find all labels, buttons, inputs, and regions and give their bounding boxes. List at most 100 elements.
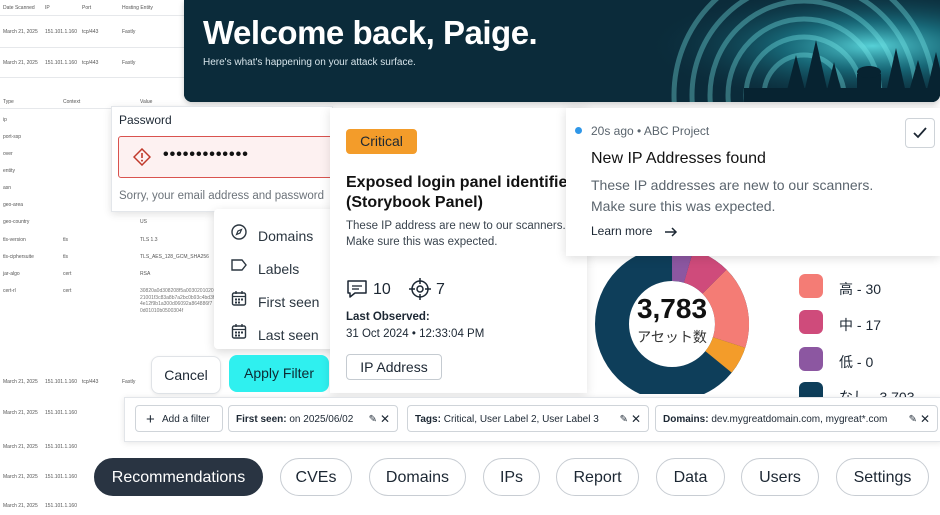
chip-value: Critical, User Label 2, User Label 3 (443, 414, 599, 425)
column-header-context: Context (63, 99, 81, 105)
cell-value: RSA (140, 271, 151, 277)
menu-item-label: Domains (258, 228, 314, 244)
tab-users[interactable]: Users (741, 458, 819, 496)
cell-host: Fastly (122, 60, 136, 66)
chip-key: First seen: (236, 414, 287, 425)
tab-domains[interactable]: Domains (369, 458, 466, 496)
menu-item-last-seen[interactable]: Last seen (214, 313, 340, 346)
compass-icon (231, 224, 247, 240)
add-filter-label: Add a filter (162, 414, 210, 425)
comment-count: 10 (373, 281, 391, 298)
calendar-icon (231, 291, 247, 306)
tab-recommendations[interactable]: Recommendations (94, 458, 263, 496)
legend-label: 低 - 0 (839, 354, 874, 370)
comment-icon (347, 280, 367, 298)
add-filter-button[interactable]: + Add a filter (135, 405, 223, 432)
tab-report[interactable]: Report (556, 458, 639, 496)
cell-type: entity (3, 168, 15, 174)
column-header-date: Date Scanned (3, 5, 35, 11)
cell-ip: 151.101.1.160 (45, 503, 77, 509)
column-header-ip: IP (45, 5, 50, 11)
cell-type: port-ssp (3, 134, 22, 140)
last-observed-value: 31 Oct 2024 • 12:33:04 PM (346, 328, 485, 340)
cell-ip: 151.101.1.160 (45, 60, 77, 66)
cell-ip: 151.101.1.160 (45, 474, 77, 480)
unread-dot (575, 127, 582, 134)
edit-icon[interactable]: ✎ (369, 406, 377, 433)
plus-icon: + (146, 411, 155, 428)
tab-ips[interactable]: IPs (483, 458, 540, 496)
apply-filter-button[interactable]: Apply Filter (229, 355, 329, 392)
target-count: 7 (436, 281, 445, 298)
legend-swatch (799, 347, 823, 371)
cell-context: cert (63, 288, 72, 294)
cell-ip: 151.101.1.160 (45, 444, 77, 450)
table-row[interactable]: March 21, 2025 151.101.1.160 (0, 444, 200, 456)
filter-chip-first-seen[interactable]: First seen: on 2025/06/02 ✎ ✕ (228, 405, 398, 432)
menu-item-first-seen[interactable]: First seen (214, 280, 340, 313)
welcome-title: Welcome back, Paige. (203, 14, 538, 51)
tag-icon (231, 259, 247, 271)
cell-type: tls-ciphersuite (3, 254, 34, 260)
menu-item-label: Labels (258, 261, 300, 277)
ip-address-chip[interactable]: IP Address (346, 354, 442, 380)
cancel-button[interactable]: Cancel (151, 356, 221, 394)
legend-item-medium: 中 - 17 (799, 310, 939, 335)
cell-type: jar-algo (3, 271, 20, 277)
welcome-subtitle: Here's what's happening on your attack s… (203, 57, 416, 68)
close-icon[interactable]: ✕ (631, 406, 641, 433)
cell-host: Fastly (122, 379, 136, 385)
cell-port: tcp/443 (82, 29, 99, 35)
cell-date: March 21, 2025 (3, 379, 38, 385)
table-row[interactable]: March 21, 2025 151.101.1.160 tcp/443 Fas… (0, 29, 200, 41)
divider (0, 47, 200, 48)
tab-settings[interactable]: Settings (836, 458, 929, 496)
cell-date: March 21, 2025 (3, 410, 38, 416)
menu-item-label: First seen (258, 294, 320, 310)
learn-more-link[interactable]: Learn more (591, 224, 678, 238)
check-icon (913, 127, 927, 139)
chip-key: Domains: (663, 414, 709, 425)
menu-item-labels[interactable]: Labels (214, 247, 340, 280)
filter-chip-domains[interactable]: Domains: dev.mygreatdomain.com, mygreat*… (655, 405, 938, 432)
cell-date: March 21, 2025 (3, 503, 38, 509)
close-icon[interactable]: ✕ (380, 406, 390, 433)
column-header-type: Type (3, 99, 14, 105)
calendar-icon (231, 324, 247, 339)
cell-ip: 151.101.1.160 (45, 410, 77, 416)
cell-host: Fastly (122, 29, 136, 35)
legend-item-low: 低 - 0 (799, 347, 939, 372)
cell-type: geo-country (3, 219, 30, 225)
filter-chip-tags[interactable]: Tags: Critical, User Label 2, User Label… (407, 405, 649, 432)
divider (0, 15, 200, 16)
tab-data[interactable]: Data (656, 458, 725, 496)
table-row[interactable]: March 21, 2025 151.101.1.160 tcp/443 Fas… (0, 60, 200, 72)
mark-read-button[interactable] (905, 118, 935, 148)
cell-context: tls (63, 237, 68, 243)
tab-cves[interactable]: CVEs (280, 458, 352, 496)
column-header-host: Hosting Entity (122, 5, 153, 11)
password-error-message: Sorry, your email address and password (119, 190, 324, 202)
notification-meta: 20s ago • ABC Project (591, 124, 710, 138)
close-icon[interactable]: ✕ (920, 406, 930, 433)
welcome-banner: Welcome back, Paige. Here's what's happe… (184, 0, 940, 102)
donut-segment-medium (683, 249, 727, 295)
cell-ip: 151.101.1.160 (45, 379, 77, 385)
finding-description: These IP address are new to our scanners… (346, 220, 566, 248)
cell-type: cert-rl (3, 288, 16, 294)
cell-date: March 21, 2025 (3, 474, 38, 480)
divider (0, 77, 200, 78)
edit-icon[interactable]: ✎ (909, 406, 917, 433)
finding-card[interactable]: Critical Exposed login panel identified … (330, 108, 587, 393)
cell-context: tls (63, 254, 68, 260)
password-input[interactable]: ••••••••••••• (118, 136, 332, 178)
cell-port: tcp/443 (82, 60, 99, 66)
warning-icon (133, 148, 151, 166)
learn-more-label: Learn more (591, 224, 653, 238)
edit-icon[interactable]: ✎ (620, 406, 628, 433)
cell-type: over (3, 151, 13, 157)
donut-segment-low (671, 247, 694, 283)
menu-item-domains[interactable]: Domains (214, 214, 340, 247)
donut-total: 3,783 (636, 293, 708, 324)
table-row[interactable]: March 21, 2025 151.101.1.160 (0, 503, 200, 515)
